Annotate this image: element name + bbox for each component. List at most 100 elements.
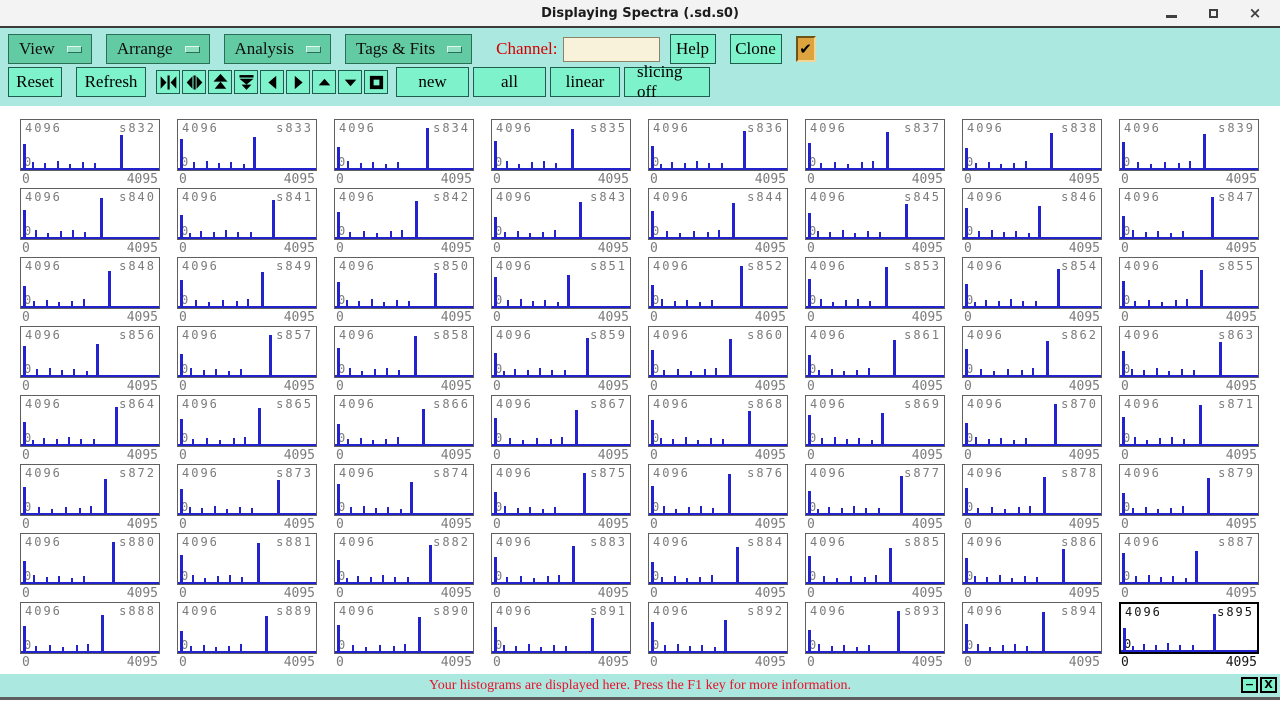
channel-input[interactable] xyxy=(563,37,660,62)
status-close-button[interactable]: X xyxy=(1260,677,1277,693)
display-checkbox[interactable]: ✔ xyxy=(796,36,816,62)
spectrum-panel-s842[interactable]: 4096s8420 xyxy=(334,188,474,240)
spectrum-panel-s893[interactable]: 4096s8930 xyxy=(805,602,945,654)
menu-arrange[interactable]: Arrange xyxy=(106,34,210,64)
spectrum-panel-s892[interactable]: 4096s8920 xyxy=(648,602,788,654)
linear-button[interactable]: linear xyxy=(550,67,620,97)
spectrum-panel-s837[interactable]: 4096s8370 xyxy=(805,119,945,171)
spectrum-panel-s866[interactable]: 4096s8660 xyxy=(334,395,474,447)
spectrum-panel-s884[interactable]: 4096s8840 xyxy=(648,533,788,585)
spectrum-panel-s881[interactable]: 4096s8810 xyxy=(177,533,317,585)
clone-button[interactable]: Clone xyxy=(730,34,782,64)
step-right-button[interactable] xyxy=(286,70,310,94)
spectrum-panel-s877[interactable]: 4096s8770 xyxy=(805,464,945,516)
spectrum-panel-s886[interactable]: 4096s8860 xyxy=(962,533,1102,585)
spectrum-panel-s859[interactable]: 4096s8590 xyxy=(491,326,631,378)
menu-tags-fits[interactable]: Tags & Fits xyxy=(345,34,472,64)
full-view-button[interactable] xyxy=(364,70,388,94)
spectrum-panel-s846[interactable]: 4096s8460 xyxy=(962,188,1102,240)
spectrum-panel-s895[interactable]: 4096s8950 xyxy=(1119,602,1259,654)
slicing-off-button[interactable]: slicing off xyxy=(624,67,710,97)
contract-horizontal-button[interactable] xyxy=(156,70,180,94)
spectrum-panel-s836[interactable]: 4096s8360 xyxy=(648,119,788,171)
minimize-button[interactable] xyxy=(1164,6,1178,20)
spectrum-panel-s865[interactable]: 4096s8650 xyxy=(177,395,317,447)
spectrum-panel-s878[interactable]: 4096s8780 xyxy=(962,464,1102,516)
spectrum-panel-s848[interactable]: 4096s8480 xyxy=(20,257,160,309)
spectrum-cell-s835: 4096s835004095 xyxy=(491,119,631,188)
spectrum-panel-s885[interactable]: 4096s8850 xyxy=(805,533,945,585)
spectrum-panel-s844[interactable]: 4096s8440 xyxy=(648,188,788,240)
spectrum-panel-s851[interactable]: 4096s8510 xyxy=(491,257,631,309)
spectrum-panel-s838[interactable]: 4096s8380 xyxy=(962,119,1102,171)
spectrum-panel-s845[interactable]: 4096s8450 xyxy=(805,188,945,240)
expand-horizontal-button[interactable] xyxy=(182,70,206,94)
histogram-spike xyxy=(1122,493,1125,513)
spectrum-panel-s876[interactable]: 4096s8760 xyxy=(648,464,788,516)
spectrum-panel-s849[interactable]: 4096s8490 xyxy=(177,257,317,309)
histogram-spike xyxy=(1043,477,1046,513)
spectrum-panel-s857[interactable]: 4096s8570 xyxy=(177,326,317,378)
spectrum-panel-s867[interactable]: 4096s8670 xyxy=(491,395,631,447)
page-down-button[interactable] xyxy=(234,70,258,94)
spectrum-panel-s888[interactable]: 4096s8880 xyxy=(20,602,160,654)
spectrum-panel-s879[interactable]: 4096s8790 xyxy=(1119,464,1259,516)
spectrum-panel-s860[interactable]: 4096s8600 xyxy=(648,326,788,378)
spectrum-panel-s883[interactable]: 4096s8830 xyxy=(491,533,631,585)
maximize-button[interactable] xyxy=(1206,6,1220,20)
spectrum-panel-s872[interactable]: 4096s8720 xyxy=(20,464,160,516)
scroll-down-button[interactable] xyxy=(338,70,362,94)
spectrum-panel-s868[interactable]: 4096s8680 xyxy=(648,395,788,447)
spectrum-panel-s839[interactable]: 4096s8390 xyxy=(1119,119,1259,171)
spectrum-panel-s873[interactable]: 4096s8730 xyxy=(177,464,317,516)
spectrum-panel-s869[interactable]: 4096s8690 xyxy=(805,395,945,447)
spectrum-panel-s871[interactable]: 4096s8710 xyxy=(1119,395,1259,447)
spectrum-panel-s834[interactable]: 4096s8340 xyxy=(334,119,474,171)
spectrum-panel-s852[interactable]: 4096s8520 xyxy=(648,257,788,309)
scroll-up-button[interactable] xyxy=(312,70,336,94)
spectrum-panel-s863[interactable]: 4096s8630 xyxy=(1119,326,1259,378)
close-button[interactable]: × xyxy=(1248,6,1262,20)
histogram-spike xyxy=(363,506,365,514)
status-minimize-button[interactable]: − xyxy=(1241,677,1258,693)
spectrum-panel-s889[interactable]: 4096s8890 xyxy=(177,602,317,654)
step-left-button[interactable] xyxy=(260,70,284,94)
reset-button[interactable]: Reset xyxy=(8,67,62,97)
spectrum-panel-s850[interactable]: 4096s8500 xyxy=(334,257,474,309)
menu-analysis[interactable]: Analysis xyxy=(224,34,332,64)
spectrum-panel-s891[interactable]: 4096s8910 xyxy=(491,602,631,654)
spectrum-panel-s861[interactable]: 4096s8610 xyxy=(805,326,945,378)
spectrum-panel-s864[interactable]: 4096s8640 xyxy=(20,395,160,447)
spectrum-panel-s880[interactable]: 4096s8800 xyxy=(20,533,160,585)
spectrum-panel-s858[interactable]: 4096s8580 xyxy=(334,326,474,378)
refresh-button[interactable]: Refresh xyxy=(76,67,146,97)
spectrum-panel-s862[interactable]: 4096s8620 xyxy=(962,326,1102,378)
spectrum-panel-s853[interactable]: 4096s8530 xyxy=(805,257,945,309)
page-up-button[interactable] xyxy=(208,70,232,94)
spectrum-panel-s882[interactable]: 4096s8820 xyxy=(334,533,474,585)
histogram-spike xyxy=(337,282,340,306)
spectrum-panel-s833[interactable]: 4096s8330 xyxy=(177,119,317,171)
spectrum-panel-s890[interactable]: 4096s8900 xyxy=(334,602,474,654)
spectrum-panel-s874[interactable]: 4096s8740 xyxy=(334,464,474,516)
spectrum-panel-s835[interactable]: 4096s8350 xyxy=(491,119,631,171)
menu-view[interactable]: View xyxy=(8,34,92,64)
help-button[interactable]: Help xyxy=(670,34,716,64)
histogram-spike xyxy=(104,479,107,513)
spectrum-panel-s894[interactable]: 4096s8940 xyxy=(962,602,1102,654)
spectrum-panel-s841[interactable]: 4096s8410 xyxy=(177,188,317,240)
spectrum-panel-s887[interactable]: 4096s8870 xyxy=(1119,533,1259,585)
spectrum-cell-s867: 4096s867004095 xyxy=(491,395,631,464)
spectrum-panel-s840[interactable]: 4096s8400 xyxy=(20,188,160,240)
spectrum-panel-s875[interactable]: 4096s8750 xyxy=(491,464,631,516)
spectrum-panel-s855[interactable]: 4096s8550 xyxy=(1119,257,1259,309)
spectrum-panel-s843[interactable]: 4096s8430 xyxy=(491,188,631,240)
spectrum-panel-s847[interactable]: 4096s8470 xyxy=(1119,188,1259,240)
new-button[interactable]: new xyxy=(396,67,469,97)
spectrum-panel-s854[interactable]: 4096s8540 xyxy=(962,257,1102,309)
all-button[interactable]: all xyxy=(473,67,546,97)
x-axis-labels: 04095 xyxy=(648,309,788,325)
spectrum-panel-s856[interactable]: 4096s8560 xyxy=(20,326,160,378)
spectrum-panel-s870[interactable]: 4096s8700 xyxy=(962,395,1102,447)
spectrum-panel-s832[interactable]: 4096s8320 xyxy=(20,119,160,171)
